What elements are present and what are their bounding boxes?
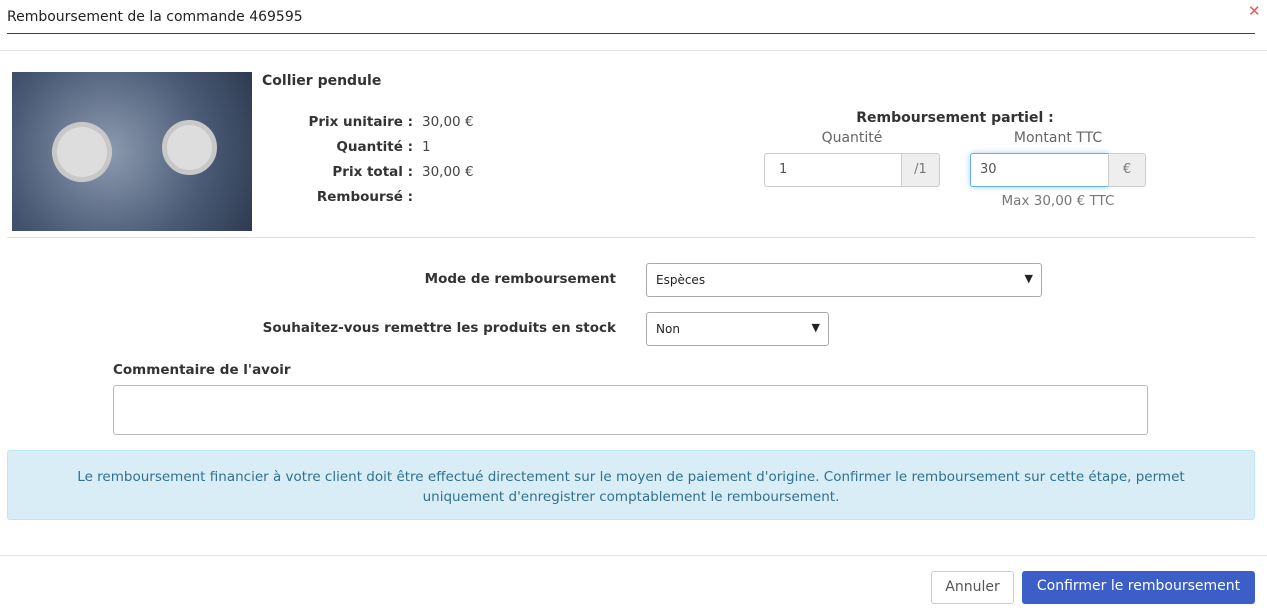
confirm-refund-button[interactable]: Confirmer le remboursement <box>1022 571 1255 604</box>
cancel-button[interactable]: Annuler <box>931 571 1014 604</box>
refund-mode-value: Espèces <box>656 273 706 287</box>
quantity-max-addon: /1 <box>901 153 940 187</box>
refund-amount-input[interactable]: 30 <box>970 153 1109 187</box>
comment-textarea[interactable] <box>113 385 1148 435</box>
chevron-down-icon: ▼ <box>1024 272 1033 285</box>
restock-select[interactable]: Non ▼ <box>646 312 829 346</box>
currency-addon: € <box>1108 153 1146 187</box>
close-icon[interactable]: ✕ <box>1248 2 1261 20</box>
header-divider <box>0 50 1267 51</box>
refund-mode-select[interactable]: Espèces ▼ <box>646 263 1042 297</box>
quantity-label: Quantité : <box>336 139 413 155</box>
partial-refund-title: Remboursement partiel : <box>856 110 1054 126</box>
restock-value: Non <box>656 322 680 336</box>
quantity-header: Quantité <box>821 130 883 146</box>
refund-mode-label: Mode de remboursement <box>424 271 616 287</box>
unit-price: 30,00 € <box>422 114 474 130</box>
refunded-label: Remboursé : <box>316 189 413 205</box>
unit-price-label: Prix unitaire : <box>308 114 413 130</box>
restock-label: Souhaitez-vous remettre les produits en … <box>262 320 616 336</box>
quantity: 1 <box>422 139 431 155</box>
info-alert: Le remboursement financier à votre clien… <box>7 450 1255 520</box>
title-divider <box>7 33 1255 34</box>
footer-divider <box>0 555 1267 556</box>
max-amount-text: Max 30,00 € TTC <box>1001 193 1115 209</box>
comment-label: Commentaire de l'avoir <box>113 362 291 378</box>
product-name: Collier pendule <box>262 73 382 89</box>
total-label: Prix total : <box>332 164 413 180</box>
modal-title: Remboursement de la commande 469595 <box>7 9 303 25</box>
section-divider <box>7 237 1255 238</box>
refund-quantity-input[interactable]: 1 <box>764 153 902 187</box>
chevron-down-icon: ▼ <box>811 321 820 334</box>
amount-header: Montant TTC <box>1013 130 1103 146</box>
total: 30,00 € <box>422 164 474 180</box>
